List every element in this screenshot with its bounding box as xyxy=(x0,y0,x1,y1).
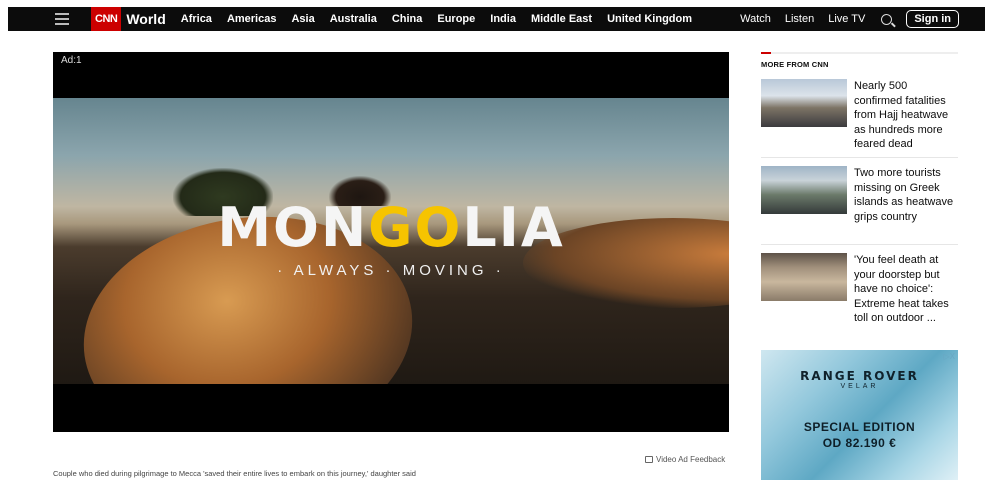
section-rule xyxy=(761,52,958,54)
section-heading: MORE FROM CNN xyxy=(761,60,829,69)
video-ad-feedback-link[interactable]: Video Ad Feedback xyxy=(645,455,725,464)
listen-link[interactable]: Listen xyxy=(785,13,814,25)
ad-label: Ad:1 xyxy=(61,55,82,66)
ad-brand-title: MONGOLIA xyxy=(53,196,729,259)
divider xyxy=(761,244,958,245)
watch-link[interactable]: Watch xyxy=(740,13,771,25)
list-item[interactable]: 'You feel death at your doorstep but hav… xyxy=(761,253,958,326)
list-item[interactable]: Nearly 500 confirmed fatalities from Haj… xyxy=(761,79,958,152)
list-item[interactable]: Two more tourists missing on Greek islan… xyxy=(761,166,958,224)
nav-link-middle-east[interactable]: Middle East xyxy=(531,13,592,25)
ad-scene-image: MONGOLIA · ALWAYS · MOVING · xyxy=(53,98,729,384)
video-player[interactable]: Ad:1 MONGOLIA · ALWAYS · MOVING · xyxy=(53,52,729,432)
video-caption: Couple who died during pilgrimage to Mec… xyxy=(53,469,416,478)
story-thumbnail[interactable] xyxy=(761,166,847,214)
edition-title[interactable]: World xyxy=(126,11,165,27)
nav-link-india[interactable]: India xyxy=(490,13,516,25)
ad-brand-title-pre: MON xyxy=(217,196,369,259)
nav-link-africa[interactable]: Africa xyxy=(181,13,212,25)
story-thumbnail[interactable] xyxy=(761,79,847,127)
nav-link-asia[interactable]: Asia xyxy=(291,13,314,25)
menu-icon[interactable] xyxy=(55,13,69,25)
cnn-logo[interactable]: CNN xyxy=(91,7,122,31)
video-ad-feedback-label: Video Ad Feedback xyxy=(656,455,726,464)
story-headline[interactable]: 'You feel death at your doorstep but hav… xyxy=(854,253,958,326)
feedback-icon xyxy=(645,456,653,463)
nav-link-americas[interactable]: Americas xyxy=(227,13,277,25)
nav-link-china[interactable]: China xyxy=(392,13,423,25)
divider xyxy=(761,157,958,158)
story-headline[interactable]: Nearly 500 confirmed fatalities from Haj… xyxy=(854,79,958,152)
more-from-cnn: MORE FROM CNN Nearly 500 confirmed fatal… xyxy=(761,52,958,324)
ad-sub: VELAR xyxy=(840,383,879,390)
ad-brand: RANGE ROVER xyxy=(800,369,919,383)
ad-brand-title-post: LIA xyxy=(462,196,565,259)
ad-brand-tagline: · ALWAYS · MOVING · xyxy=(277,262,505,279)
nav-link-australia[interactable]: Australia xyxy=(330,13,377,25)
display-ad[interactable]: ▷X RANGE ROVER VELAR SPECIAL EDITION OD … xyxy=(761,350,958,480)
top-nav: CNN World Africa Americas Asia Australia… xyxy=(8,7,985,31)
nav-links: Africa Americas Asia Australia China Eur… xyxy=(181,13,707,25)
ad-offer-price: OD 82.190 € xyxy=(822,436,897,450)
ad-brand-title-highlight: GO xyxy=(368,196,463,259)
ad-offer-title: SPECIAL EDITION xyxy=(803,420,916,434)
story-thumbnail[interactable] xyxy=(761,253,847,301)
nav-right: Watch Listen Live TV Sign in xyxy=(726,7,959,31)
search-icon[interactable] xyxy=(881,13,893,25)
story-headline[interactable]: Two more tourists missing on Greek islan… xyxy=(854,166,958,224)
nav-link-united-kingdom[interactable]: United Kingdom xyxy=(607,13,692,25)
live-tv-link[interactable]: Live TV xyxy=(828,13,865,25)
nav-link-europe[interactable]: Europe xyxy=(437,13,475,25)
sign-in-button[interactable]: Sign in xyxy=(906,10,959,28)
ad-choices-icon[interactable]: ▷X xyxy=(944,352,956,361)
